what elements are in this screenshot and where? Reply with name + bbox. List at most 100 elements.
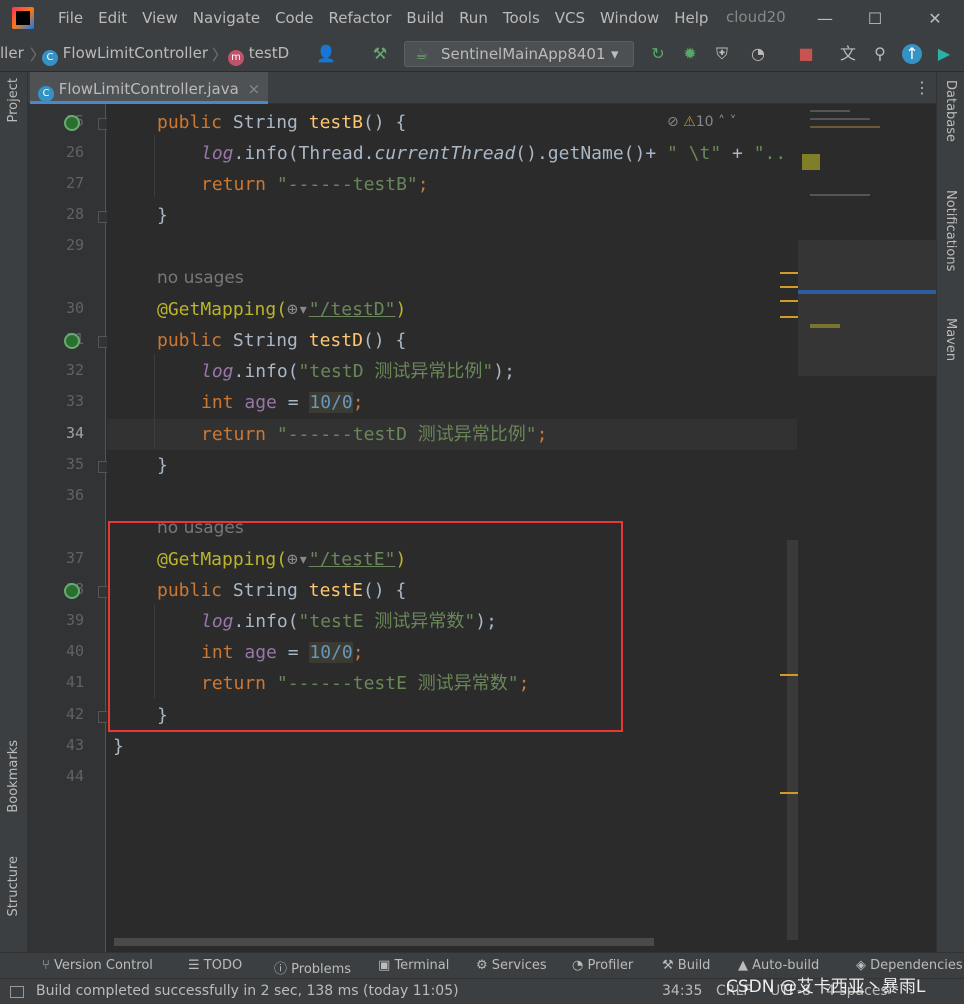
update-icon[interactable]: ↑ bbox=[902, 44, 922, 64]
right-tool-strip: Database Notifications Maven bbox=[936, 72, 964, 952]
toggle-panel-icon[interactable] bbox=[10, 986, 24, 998]
menu-bar: File Edit View Navigate Code Refactor Bu… bbox=[0, 0, 964, 36]
spring-endpoint-icon[interactable] bbox=[64, 115, 80, 131]
scroll-marker[interactable] bbox=[780, 792, 798, 794]
stop-icon[interactable]: ■ bbox=[796, 44, 816, 64]
debug-icon[interactable]: ✹ bbox=[680, 44, 700, 64]
rerun-icon[interactable]: ↻ bbox=[648, 44, 668, 64]
status-message[interactable]: Build completed successfully in 2 sec, 1… bbox=[36, 983, 459, 999]
menu-help[interactable]: Help bbox=[674, 9, 708, 27]
method-icon: m bbox=[228, 50, 244, 66]
menu-vcs[interactable]: VCS bbox=[555, 9, 585, 27]
database-tool-button[interactable]: Database bbox=[943, 80, 958, 142]
problems-tool-button[interactable]: ⓘ Problems bbox=[274, 958, 351, 977]
dependencies-tool-button[interactable]: ◈ Dependencies bbox=[856, 958, 963, 973]
line-number: 40 bbox=[65, 642, 84, 660]
menu-refactor[interactable]: Refactor bbox=[328, 9, 391, 27]
scroll-marker[interactable] bbox=[780, 272, 798, 274]
code-line-26: log.info(Thread.currentThread().getName(… bbox=[201, 143, 787, 164]
build-hammer-icon[interactable]: ⚒ bbox=[370, 44, 390, 64]
auto-build-tool-button[interactable]: ▲ Auto-build bbox=[738, 958, 819, 973]
menu-run[interactable]: Run bbox=[459, 9, 488, 27]
tab-close-icon[interactable]: × bbox=[248, 80, 261, 98]
line-number-current: 34 bbox=[65, 424, 84, 442]
spring-endpoint-icon[interactable] bbox=[64, 583, 80, 599]
breadcrumb-method-label: testD bbox=[248, 44, 290, 62]
globe-icon[interactable]: ⊕▾ bbox=[287, 299, 309, 320]
tab-flowlimitcontroller[interactable]: C FlowLimitController.java × bbox=[30, 72, 269, 104]
code-line-35: } bbox=[157, 455, 168, 476]
notifications-tool-button[interactable]: Notifications bbox=[943, 190, 958, 271]
menu-tools[interactable]: Tools bbox=[503, 9, 540, 27]
list-icon: ☰ bbox=[188, 958, 200, 973]
editor-tab-bar: C FlowLimitController.java × ⋮ bbox=[28, 72, 936, 104]
menu-view[interactable]: View bbox=[142, 9, 178, 27]
code-line-27: return "------testB"; bbox=[201, 174, 429, 195]
code-line-28: } bbox=[157, 205, 168, 226]
main-menu: File Edit View Navigate Code Refactor Bu… bbox=[58, 0, 723, 36]
coverage-icon[interactable]: ⛨ bbox=[712, 44, 732, 64]
line-number: 27 bbox=[65, 174, 84, 192]
menu-navigate[interactable]: Navigate bbox=[193, 9, 260, 27]
profiler-icon: ◔ bbox=[572, 958, 584, 973]
more-tabs-icon[interactable]: ⋮ bbox=[914, 78, 930, 97]
branch-icon: ⑂ bbox=[42, 958, 50, 973]
run-config-label: SentinelMainApp8401 bbox=[441, 45, 606, 63]
bookmarks-tool-button[interactable]: Bookmarks bbox=[6, 740, 21, 813]
line-number: 44 bbox=[65, 767, 84, 785]
line-number: 32 bbox=[65, 361, 84, 379]
code-line-33: int age = 10/0; bbox=[201, 392, 364, 413]
minimize-button[interactable]: — bbox=[800, 0, 850, 36]
profiler-run-icon[interactable]: ◔ bbox=[748, 44, 768, 64]
code-minimap[interactable] bbox=[798, 104, 936, 376]
code-line-25: public String testB() { bbox=[157, 112, 407, 133]
line-number-gutter: 25 26 27 28 29 30 31 32 33 34 35 36 37 3… bbox=[28, 104, 110, 952]
version-control-tool-button[interactable]: ⑂ Version Control bbox=[42, 958, 153, 973]
run-configuration-select[interactable]: ☕ SentinelMainApp8401 ▾ bbox=[404, 41, 634, 67]
line-number: 35 bbox=[65, 455, 84, 473]
scroll-marker[interactable] bbox=[780, 674, 798, 676]
cursor-position[interactable]: 34:35 bbox=[662, 983, 702, 999]
intellij-logo-icon bbox=[12, 7, 34, 29]
close-window-button[interactable]: ✕ bbox=[910, 0, 960, 36]
menu-window[interactable]: Window bbox=[600, 9, 659, 27]
usage-hint[interactable]: no usages bbox=[157, 263, 244, 294]
project-tool-button[interactable]: Project bbox=[6, 78, 21, 122]
search-icon[interactable]: ⚲ bbox=[870, 44, 890, 64]
maven-tool-button[interactable]: Maven bbox=[943, 318, 958, 361]
horizontal-scrollbar[interactable] bbox=[114, 938, 654, 946]
structure-tool-button[interactable]: Structure bbox=[6, 856, 21, 916]
spring-endpoint-icon[interactable] bbox=[64, 333, 80, 349]
chevron-down-icon: ▾ bbox=[611, 45, 619, 63]
scroll-marker[interactable] bbox=[780, 286, 798, 288]
menu-build[interactable]: Build bbox=[406, 9, 444, 27]
code-line-34: return "------testD 测试异常比例"; bbox=[201, 424, 548, 445]
menu-file[interactable]: File bbox=[58, 9, 83, 27]
menu-edit[interactable]: Edit bbox=[98, 9, 127, 27]
line-number: 43 bbox=[65, 736, 84, 754]
terminal-tool-button[interactable]: ▣ Terminal bbox=[378, 958, 449, 973]
scroll-marker[interactable] bbox=[780, 316, 798, 318]
breadcrumb-class[interactable]: C FlowLimitController bbox=[42, 44, 208, 66]
todo-tool-button[interactable]: ☰ TODO bbox=[188, 958, 242, 973]
breadcrumb-method[interactable]: m testD bbox=[228, 44, 289, 66]
plugin-icon[interactable]: ▶ bbox=[934, 44, 954, 64]
code-line-32: log.info("testD 测试异常比例"); bbox=[201, 361, 515, 382]
indent-guide bbox=[154, 135, 155, 197]
info-icon: ⓘ bbox=[274, 962, 288, 977]
vertical-scrollbar[interactable] bbox=[787, 540, 798, 940]
menu-code[interactable]: Code bbox=[275, 9, 313, 27]
line-number: 29 bbox=[65, 236, 84, 254]
breadcrumb-package[interactable]: ller bbox=[0, 44, 24, 62]
profiler-tool-button[interactable]: ◔ Profiler bbox=[572, 958, 633, 973]
scroll-marker[interactable] bbox=[780, 300, 798, 302]
inspection-widget[interactable]: ⊘ ⚠10 ˄ ˅ bbox=[667, 114, 736, 130]
warning-icon: ⚠ bbox=[683, 114, 696, 130]
build-tool-button[interactable]: ⚒ Build bbox=[662, 958, 710, 973]
user-icon[interactable]: 👤 bbox=[316, 44, 336, 64]
line-number: 37 bbox=[65, 549, 84, 567]
translate-icon[interactable]: 文 bbox=[838, 44, 858, 64]
class-icon: C bbox=[38, 86, 54, 102]
maximize-button[interactable]: ☐ bbox=[850, 0, 900, 36]
services-tool-button[interactable]: ⚙ Services bbox=[476, 958, 547, 973]
